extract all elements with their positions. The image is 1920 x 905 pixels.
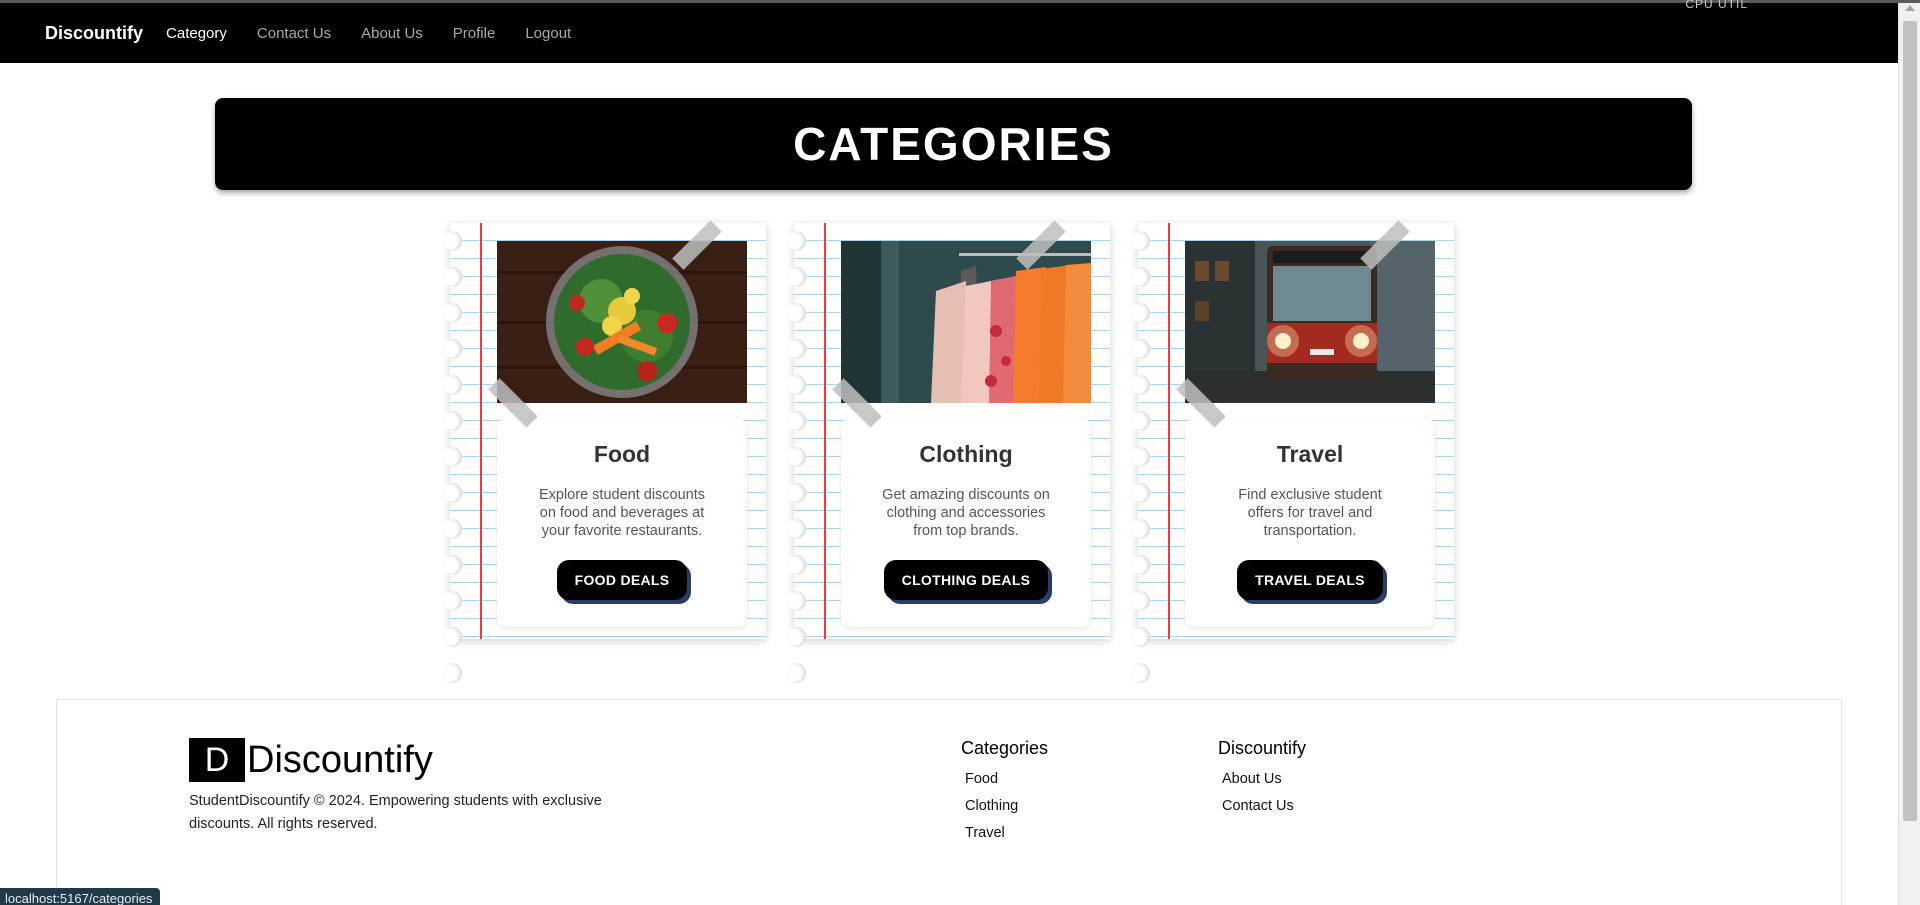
footer-company-column: Discountify About Us Contact Us bbox=[1218, 738, 1306, 825]
nav-link-contact-us[interactable]: Contact Us bbox=[257, 25, 331, 42]
footer-link-food[interactable]: Food bbox=[965, 771, 1048, 787]
card-title: Clothing bbox=[919, 441, 1013, 467]
notebook-holes bbox=[786, 231, 806, 719]
scroll-up-icon[interactable] bbox=[1905, 5, 1915, 11]
binder-hole bbox=[786, 519, 806, 539]
binder-hole bbox=[1130, 411, 1150, 431]
binder-hole bbox=[786, 231, 806, 251]
binder-hole bbox=[786, 267, 806, 287]
binder-hole bbox=[1130, 339, 1150, 359]
footer-logo-mark: D bbox=[189, 738, 245, 782]
card-content: Food Explore student discounts on food a… bbox=[497, 419, 747, 627]
binder-hole bbox=[1130, 231, 1150, 251]
navbar-brand[interactable]: Discountify bbox=[45, 23, 143, 44]
binder-hole bbox=[786, 411, 806, 431]
footer-link-contact-us[interactable]: Contact Us bbox=[1222, 798, 1306, 814]
clothing-deals-button[interactable]: CLOTHING DEALS bbox=[883, 560, 1049, 600]
footer-company-heading: Discountify bbox=[1218, 738, 1307, 758]
binder-hole bbox=[786, 339, 806, 359]
binder-hole bbox=[1130, 519, 1150, 539]
salad-bowl-photo bbox=[497, 241, 747, 403]
binder-hole bbox=[442, 411, 462, 431]
binder-hole bbox=[442, 663, 462, 683]
footer-logo[interactable]: D Discountify bbox=[189, 738, 433, 782]
footer-link-clothing[interactable]: Clothing bbox=[965, 798, 1048, 814]
binder-hole bbox=[1130, 591, 1150, 611]
card-content: Travel Find exclusive student offers for… bbox=[1185, 419, 1435, 627]
page-title: CATEGORIES bbox=[793, 118, 1114, 170]
browser-status-bar: localhost:5167/categories bbox=[0, 888, 161, 905]
footer-link-travel[interactable]: Travel bbox=[965, 825, 1048, 841]
footer-link-about-us[interactable]: About Us bbox=[1222, 771, 1306, 787]
notebook-margin-line bbox=[480, 223, 482, 639]
binder-hole bbox=[786, 483, 806, 503]
binder-hole bbox=[786, 663, 806, 683]
binder-hole bbox=[1130, 267, 1150, 287]
card-description: Explore student discounts on food and be… bbox=[538, 487, 706, 539]
binder-hole bbox=[442, 447, 462, 467]
footer-categories-column: Categories Food Clothing Travel bbox=[961, 738, 1048, 852]
binder-hole bbox=[1130, 663, 1150, 683]
binder-hole bbox=[442, 267, 462, 287]
footer-categories-heading: Categories bbox=[961, 738, 1049, 758]
navbar: Discountify Category Contact Us About Us… bbox=[0, 0, 1898, 63]
binder-hole bbox=[786, 375, 806, 395]
binder-hole bbox=[442, 231, 462, 251]
nav-link-category[interactable]: Category bbox=[166, 25, 227, 42]
notebook-margin-line bbox=[824, 223, 826, 639]
travel-deals-button[interactable]: TRAVEL DEALS bbox=[1237, 560, 1383, 600]
binder-hole bbox=[442, 627, 462, 647]
binder-hole bbox=[442, 375, 462, 395]
binder-hole bbox=[442, 555, 462, 575]
binder-hole bbox=[1130, 303, 1150, 323]
card-content: Clothing Get amazing discounts on clothi… bbox=[841, 419, 1091, 627]
status-url: localhost:5167/categories bbox=[5, 891, 153, 905]
page-scrollbar[interactable] bbox=[1898, 3, 1920, 905]
card-description: Get amazing discounts on clothing and ac… bbox=[882, 487, 1050, 539]
binder-hole bbox=[786, 627, 806, 647]
category-card-food: Food Explore student discounts on food a… bbox=[442, 220, 766, 719]
binder-hole bbox=[1130, 483, 1150, 503]
footer: D Discountify StudentDiscountify © 2024.… bbox=[56, 699, 1842, 905]
category-card-clothing: Clothing Get amazing discounts on clothi… bbox=[786, 220, 1110, 719]
binder-hole bbox=[786, 591, 806, 611]
card-title: Travel bbox=[1276, 441, 1344, 467]
binder-hole bbox=[1130, 447, 1150, 467]
scroll-thumb[interactable] bbox=[1903, 21, 1917, 821]
footer-logo-text: Discountify bbox=[247, 738, 433, 781]
footer-copyright: StudentDiscountify © 2024. Empowering st… bbox=[189, 793, 602, 832]
binder-hole bbox=[1130, 375, 1150, 395]
binder-hole bbox=[786, 303, 806, 323]
nav-link-logout[interactable]: Logout bbox=[525, 25, 571, 42]
nav-link-about-us[interactable]: About Us bbox=[361, 25, 423, 42]
binder-hole bbox=[786, 555, 806, 575]
notebook-holes bbox=[442, 231, 462, 719]
binder-hole bbox=[442, 483, 462, 503]
food-deals-button[interactable]: FOOD DEALS bbox=[556, 560, 688, 600]
card-title: Food bbox=[593, 441, 651, 467]
cpu-util-label: CPU UTIL bbox=[1685, 0, 1748, 11]
notebook-margin-line bbox=[1168, 223, 1170, 639]
bus-photo bbox=[1185, 241, 1435, 403]
category-card-travel: Travel Find exclusive student offers for… bbox=[1130, 220, 1454, 719]
binder-hole bbox=[1130, 555, 1150, 575]
notebook-holes bbox=[1130, 231, 1150, 719]
clothing-rack-photo bbox=[841, 241, 1091, 403]
nav-link-profile[interactable]: Profile bbox=[453, 25, 496, 42]
categories-header: CATEGORIES bbox=[215, 98, 1692, 190]
binder-hole bbox=[1130, 627, 1150, 647]
card-description: Find exclusive student offers for travel… bbox=[1238, 487, 1382, 539]
binder-hole bbox=[442, 303, 462, 323]
binder-hole bbox=[786, 447, 806, 467]
binder-hole bbox=[442, 591, 462, 611]
binder-hole bbox=[442, 339, 462, 359]
binder-hole bbox=[442, 519, 462, 539]
